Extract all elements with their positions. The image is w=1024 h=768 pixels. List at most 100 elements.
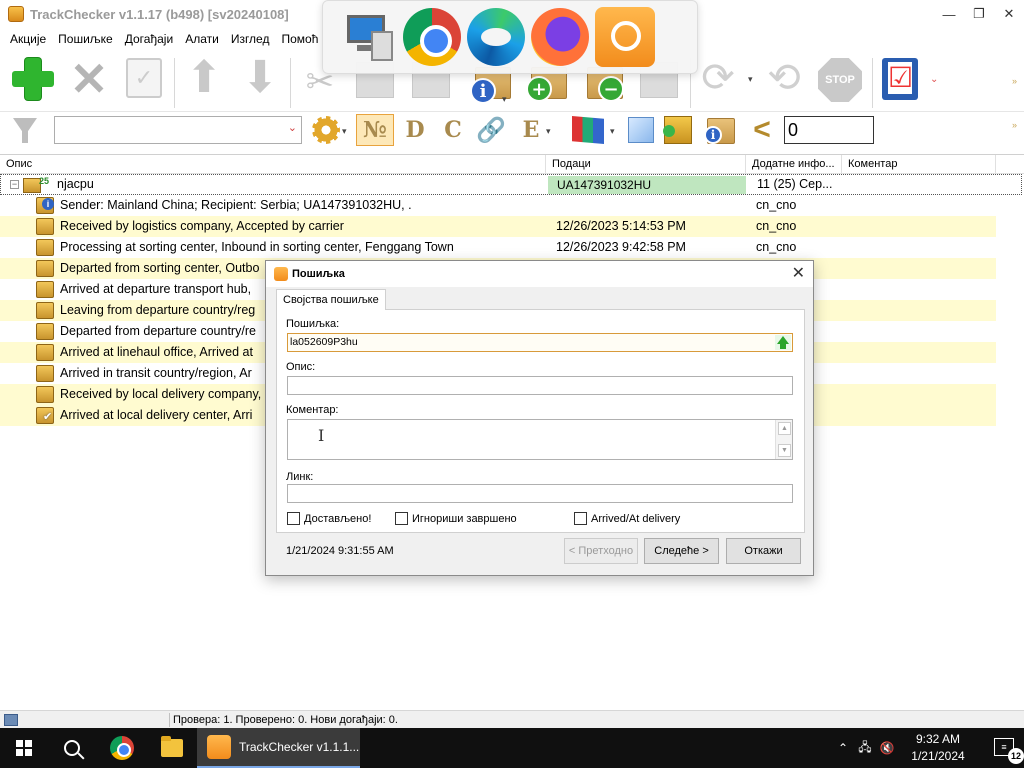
delete-button[interactable]: ✕ xyxy=(68,56,110,102)
package-count-icon: 25 xyxy=(23,176,51,194)
less-than-button[interactable]: < xyxy=(750,115,774,145)
properties-panel: Пошиљка: la052609P3hu Опис: Коментар: I … xyxy=(276,309,805,533)
restore-button[interactable]: ❐ xyxy=(964,0,994,28)
link-input[interactable] xyxy=(287,484,793,503)
extra-dropdown[interactable]: ▾ xyxy=(546,126,551,137)
text-cursor-icon: I xyxy=(318,426,325,445)
refresh-all-button[interactable]: ⟲ xyxy=(762,56,806,100)
arrived-delivery-checkbox[interactable]: Arrived/At delivery xyxy=(574,512,680,525)
menu-shipments[interactable]: Пошиљке xyxy=(52,28,119,50)
column-extra-info[interactable]: Додатне инфо... xyxy=(746,155,842,174)
sort-date-button[interactable]: D xyxy=(400,115,430,145)
clock[interactable]: 9:32 AM 1/21/2024 xyxy=(898,731,978,765)
close-button[interactable]: ✕ xyxy=(994,0,1024,28)
dialog-timestamp: 1/21/2024 9:31:55 AM xyxy=(286,545,394,557)
package-green-icon xyxy=(663,116,692,144)
tab-shipment-properties[interactable]: Својства пошиљке xyxy=(276,289,386,310)
next-button[interactable]: Следеће > xyxy=(644,538,719,564)
scroll-down-icon[interactable]: ▼ xyxy=(778,444,791,457)
event-row[interactable]: Processing at sorting center, Inbound in… xyxy=(0,237,996,258)
edge-icon[interactable] xyxy=(467,8,525,66)
shipment-row[interactable]: − 25 njacpu UA147391032HU 11 (25) Сер... xyxy=(0,174,1022,195)
window-controls: — ❐ ✕ xyxy=(934,0,1024,28)
chevron-up-icon[interactable]: ⌃ xyxy=(832,741,854,755)
toolbar-overflow[interactable]: » xyxy=(1012,76,1017,86)
minimize-button[interactable]: — xyxy=(934,0,964,28)
filter-combo[interactable]: ⌄ xyxy=(54,116,302,144)
settings-dropdown[interactable]: ▾ xyxy=(342,126,347,137)
start-button[interactable] xyxy=(0,728,48,768)
event-description: Arrived in transit country/region, Ar xyxy=(60,366,252,380)
menu-events[interactable]: Догађаји xyxy=(119,28,179,50)
settings-button[interactable] xyxy=(312,116,340,144)
flags-dropdown[interactable]: ▾ xyxy=(610,126,615,137)
ignore-completed-checkbox[interactable]: Игнориши завршено xyxy=(395,512,517,525)
column-description[interactable]: Опис xyxy=(0,155,546,174)
package-icon xyxy=(36,260,54,277)
column-comment[interactable]: Коментар xyxy=(842,155,996,174)
extra-button[interactable]: E xyxy=(516,115,546,145)
volume-muted-icon[interactable]: 🔇 xyxy=(876,741,898,755)
green-box-button[interactable] xyxy=(663,116,692,144)
mark-read-button[interactable]: ✓ xyxy=(126,58,162,98)
checkbox-box[interactable] xyxy=(287,512,300,525)
menu-view[interactable]: Изглед xyxy=(225,28,276,50)
checklist-dropdown[interactable]: ⌄ xyxy=(930,74,938,85)
this-pc-icon[interactable] xyxy=(341,9,397,65)
collapse-icon[interactable]: − xyxy=(10,180,19,189)
package-info-icon xyxy=(36,197,54,214)
delivered-checkbox[interactable]: Достављено! xyxy=(287,512,371,525)
taskbar-trackchecker[interactable]: TrackChecker v1.1.1... xyxy=(197,728,360,768)
chevron-down-icon: ▾ xyxy=(610,126,615,136)
comment-textarea[interactable]: I ▲ ▼ xyxy=(287,419,793,460)
sort-number-button[interactable]: № xyxy=(356,114,394,146)
box-info-button[interactable]: i xyxy=(704,116,738,146)
refresh-button[interactable]: ⟳ xyxy=(696,56,740,100)
stop-button[interactable]: STOP xyxy=(818,58,862,102)
taskbar-chrome[interactable] xyxy=(98,728,146,768)
clock-time: 9:32 AM xyxy=(915,732,961,746)
threshold-input[interactable]: 0 xyxy=(784,116,874,144)
refresh-dropdown[interactable]: ▾ xyxy=(748,74,753,85)
minus-circle-icon: − xyxy=(598,76,624,102)
shipment-name: njacpu xyxy=(57,177,94,191)
checkbox-box[interactable] xyxy=(574,512,587,525)
menu-tools[interactable]: Алати xyxy=(179,28,225,50)
trackchecker-icon[interactable] xyxy=(595,7,655,67)
event-row[interactable]: Received by logistics company, Accepted … xyxy=(0,216,996,237)
link-button[interactable]: 🔗 xyxy=(476,115,506,145)
comment-scrollbar[interactable]: ▲ ▼ xyxy=(775,420,792,459)
chevron-down-icon: ⌄ xyxy=(930,74,939,85)
event-row[interactable]: Sender: Mainland China; Recipient: Serbi… xyxy=(0,195,996,216)
upload-arrow-icon[interactable] xyxy=(775,335,791,350)
firefox-icon[interactable] xyxy=(531,8,589,66)
sort-comment-button[interactable]: C xyxy=(438,115,468,145)
taskbar-search-button[interactable] xyxy=(48,728,96,768)
chrome-icon[interactable] xyxy=(403,8,461,66)
previous-button[interactable]: < Претходно xyxy=(564,538,638,564)
shipment-number-input[interactable]: la052609P3hu xyxy=(287,333,793,352)
checkbox-box[interactable] xyxy=(395,512,408,525)
toolbar2-overflow[interactable]: » xyxy=(1012,120,1017,130)
letter-c-icon: C xyxy=(444,117,462,143)
move-down-button[interactable]: ⬇ xyxy=(238,56,282,100)
add-shipment-button[interactable] xyxy=(10,56,56,102)
checklist-button[interactable] xyxy=(882,58,918,100)
notifications-button[interactable]: ≡ 12 xyxy=(978,728,1024,768)
event-description: Arrived at local delivery center, Arri xyxy=(60,408,253,422)
cancel-button[interactable]: Откажи xyxy=(726,538,801,564)
plus-circle-icon: + xyxy=(526,76,552,102)
move-up-button[interactable]: ⬆ xyxy=(182,56,226,100)
menu-help[interactable]: Помоћ xyxy=(275,28,324,50)
menu-actions[interactable]: Акције xyxy=(4,28,52,50)
taskbar-file-explorer[interactable] xyxy=(148,728,196,768)
dialog-close-button[interactable]: ✕ xyxy=(792,263,805,285)
description-input[interactable] xyxy=(287,376,793,395)
box-view-button[interactable] xyxy=(628,117,654,143)
column-data[interactable]: Подаци xyxy=(546,155,746,174)
event-description: Received by logistics company, Accepted … xyxy=(60,219,344,233)
flags-button[interactable] xyxy=(572,116,604,144)
network-icon[interactable]: 🖧 xyxy=(854,738,876,759)
filter-button[interactable] xyxy=(10,115,40,145)
scroll-up-icon[interactable]: ▲ xyxy=(778,422,791,435)
